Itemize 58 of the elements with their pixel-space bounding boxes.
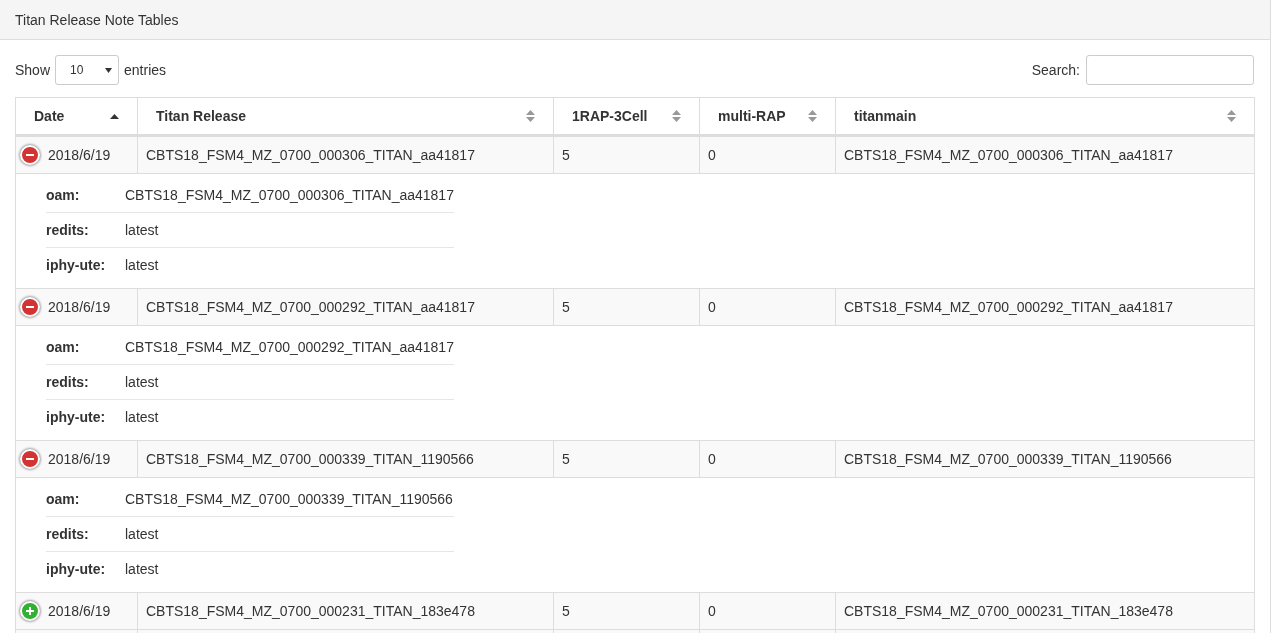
detail-value: CBTS18_FSM4_MZ_0700_000339_TITAN_1190566 — [125, 491, 453, 507]
search-field[interactable] — [1086, 55, 1254, 85]
table-row[interactable]: 2018/6/19 CBTS18_FSM4_MZ_0700_000306_TITAN_aa41817 5 0 CBTS18_FSM4_MZ_0700_000306_TITAN_aa41817 — [15, 135, 1255, 174]
table-cell: 2018/6/19 — [15, 288, 138, 326]
table-cell: 5 — [553, 135, 700, 174]
table-cell: CBTS18_FSM4_MZ_0700_000292_TITAN_aa41817 — [835, 288, 1255, 326]
table-cell: CBTS18_FSM4_MZ_0700_000339_TITAN_1190566 — [835, 440, 1255, 478]
detail-value: latest — [125, 257, 159, 273]
table-cell: CBTS18_FSM4_MZ_0700_000231_TITAN_183e478 — [835, 592, 1255, 630]
sort-icon — [1227, 110, 1236, 122]
table-row[interactable]: 2018/6/19 CBTS18_FSM4_MZ_0700_000231_TITAN_183e478 5 0 CBTS18_FSM4_MZ_0700_000231_TITAN_183e478 — [15, 592, 1255, 630]
show-label: Show — [15, 62, 51, 78]
sort-icon — [672, 110, 681, 122]
table-cell: 5 — [553, 592, 700, 630]
toggle-button[interactable] — [20, 145, 40, 165]
search-label: Search: — [1031, 62, 1080, 78]
sort-icon — [808, 110, 817, 122]
detail-label: iphy-ute: — [46, 257, 107, 273]
detail-value: latest — [125, 222, 159, 238]
toggle-button[interactable] — [20, 601, 40, 621]
detail-value: CBTS18_FSM4_MZ_0700_000292_TITAN_aa41817 — [125, 339, 454, 355]
sort-icon — [526, 110, 535, 122]
detail-value: latest — [125, 526, 159, 542]
table-cell: 5 — [553, 440, 700, 478]
detail-label: redits: — [46, 374, 90, 390]
table-cell: 2018/6/19 — [15, 592, 138, 630]
table-cell: 2018/6/19 — [15, 440, 138, 478]
table-row[interactable]: 2018/6/19 CBTS18_FSM4_MZ_0700_000339_TITAN_1190566 5 0 CBTS18_FSM4_MZ_0700_000339_TITAN_1190566 — [15, 440, 1255, 478]
entries-label: entries — [124, 62, 167, 78]
panel-title: Titan Release Note Tables — [15, 11, 179, 28]
caret-icon — [105, 67, 113, 73]
table-cell: 0 — [699, 440, 836, 478]
table-cell: 2018/6/19 — [15, 135, 138, 174]
table-cell: 5 — [553, 288, 700, 326]
detail-label: iphy-ute: — [46, 409, 107, 425]
detail-value: latest — [125, 561, 159, 577]
detail-label: redits: — [46, 526, 90, 542]
detail-label: oam: — [46, 187, 81, 203]
table-cell: CBTS18_FSM4_MZ_0700_000306_TITAN_aa41817 — [137, 135, 554, 174]
table-cell: 0 — [699, 288, 836, 326]
toggle-button[interactable] — [20, 297, 40, 317]
detail-value: latest — [125, 409, 159, 425]
detail-label: iphy-ute: — [46, 561, 107, 577]
table-row[interactable]: 2018/6/19 CBTS18_FSM4_MZ_0700_000292_TITAN_aa41817 5 0 CBTS18_FSM4_MZ_0700_000292_TITAN_aa41817 — [15, 288, 1255, 326]
table-cell: CBTS18_FSM4_MZ_0700_000339_TITAN_1190566 — [137, 440, 554, 478]
detail-value: latest — [125, 374, 159, 390]
table-cell: CBTS18_FSM4_MZ_0700_000292_TITAN_aa41817 — [137, 288, 554, 326]
detail-value: CBTS18_FSM4_MZ_0700_000306_TITAN_aa41817 — [125, 187, 454, 203]
detail-label: redits: — [46, 222, 90, 238]
table-cell: 0 — [699, 135, 836, 174]
table-cell: 0 — [699, 592, 836, 630]
detail-label: oam: — [46, 339, 81, 355]
sort-ascending-icon — [110, 113, 119, 119]
detail-label: oam: — [46, 491, 81, 507]
table-cell: CBTS18_FSM4_MZ_0700_000231_TITAN_183e478 — [137, 592, 554, 630]
entries-select[interactable]: 10 — [55, 55, 120, 85]
toggle-button[interactable] — [20, 449, 40, 469]
table-cell: CBTS18_FSM4_MZ_0700_000306_TITAN_aa41817 — [835, 135, 1255, 174]
